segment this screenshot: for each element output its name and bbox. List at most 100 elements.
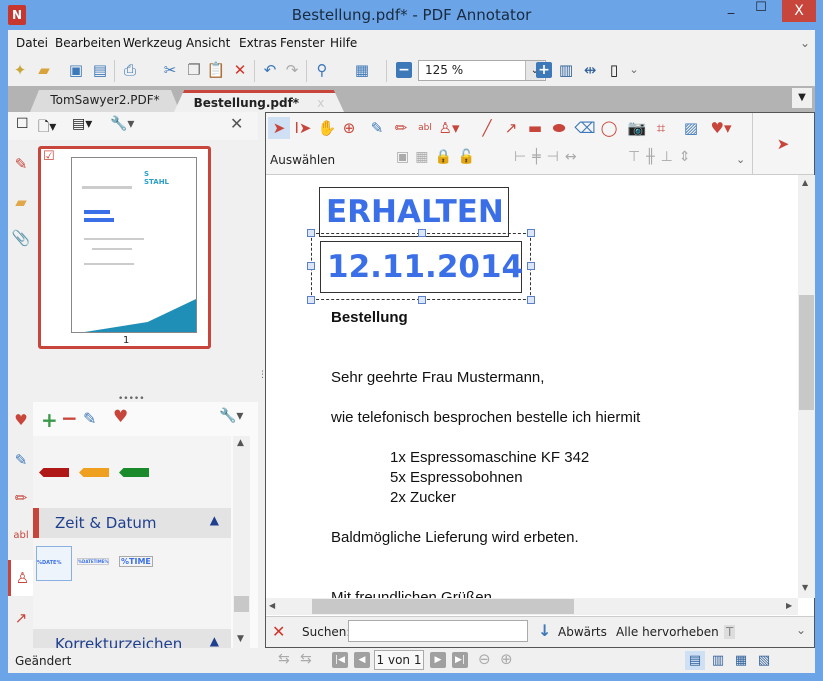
menu-ansicht[interactable]: Ansicht: [186, 36, 230, 50]
two-page-view-icon[interactable]: ▦: [731, 651, 751, 670]
fit-width-icon[interactable]: ⇹: [580, 60, 600, 80]
maximize-button[interactable]: ☐: [748, 0, 774, 22]
tab-tomsawyer[interactable]: TomSawyer2.PDF*: [30, 90, 180, 112]
collapse-icon[interactable]: ▲: [210, 634, 219, 648]
text-tab-icon[interactable]: abl: [8, 518, 34, 554]
stamp-preview-time[interactable]: %TIME: [119, 556, 153, 567]
ellipse-icon[interactable]: ⬬: [548, 117, 570, 139]
group-lock-icons[interactable]: ▣▦🔒🔓: [396, 149, 481, 165]
last-page-button[interactable]: ▶|: [452, 652, 468, 668]
single-page-view-icon[interactable]: ▤: [685, 651, 705, 670]
camera-icon[interactable]: 📷: [626, 117, 648, 139]
save-icon[interactable]: ▣: [66, 60, 86, 80]
collapse-icon[interactable]: ▲: [210, 513, 219, 527]
stamp-preview-date[interactable]: %DATE%: [36, 546, 72, 581]
page-thumbnail[interactable]: ☑ S STAHL 1: [38, 146, 211, 349]
crop-icon[interactable]: ⌗: [650, 117, 672, 139]
continuous-view-icon[interactable]: ▥: [708, 651, 728, 670]
menu-werkzeug[interactable]: Werkzeug: [123, 36, 182, 50]
tab-list-button[interactable]: ▼: [792, 88, 812, 108]
pen-tab-icon[interactable]: ✎: [8, 146, 34, 182]
layout-icon[interactable]: ▤▾: [72, 116, 92, 132]
text-select-icon[interactable]: I➤: [292, 117, 314, 139]
close-button[interactable]: X: [782, 0, 816, 22]
single-page-icon[interactable]: ☐: [16, 116, 29, 132]
find-binoculars-icon[interactable]: ⚲: [312, 60, 332, 80]
cut-icon[interactable]: ✂: [160, 60, 180, 80]
menu-hilfe[interactable]: Hilfe: [330, 36, 357, 50]
favorites-tab-icon[interactable]: ♥: [8, 402, 34, 438]
page-indicator[interactable]: 1 von 1: [374, 650, 424, 670]
align-icons[interactable]: ⊢╪⊣↔: [514, 149, 583, 165]
stamp-preview-red[interactable]: [39, 468, 69, 477]
chevron-down-icon[interactable]: ⌄: [736, 153, 745, 166]
hand-icon[interactable]: ✋: [316, 117, 338, 139]
scrollbar-thumb[interactable]: [799, 295, 814, 410]
save-as-icon[interactable]: ▤: [90, 60, 110, 80]
attachment-tab-icon[interactable]: 📎: [8, 220, 34, 256]
close-panel-icon[interactable]: ✕: [230, 114, 243, 133]
zoom-in-button[interactable]: +: [536, 62, 552, 78]
arrow-tab-icon[interactable]: ↗: [8, 600, 34, 636]
next-page-button[interactable]: ▶: [430, 652, 446, 668]
zoom-out-button[interactable]: −: [396, 62, 412, 78]
chevron-down-icon[interactable]: ⌄: [800, 36, 810, 50]
zoom-tool-icon[interactable]: ⊕: [338, 117, 360, 139]
line-icon[interactable]: ╱: [476, 117, 498, 139]
grid-icon[interactable]: ▦: [352, 60, 372, 80]
section-zeit-datum[interactable]: Zeit & Datum ▲: [33, 508, 231, 538]
stamp-icon[interactable]: ♙▾: [438, 117, 460, 139]
edit-pen-icon[interactable]: ✎: [83, 409, 96, 428]
tab-close-icon[interactable]: x: [317, 96, 324, 110]
undo-icon[interactable]: ↶: [260, 60, 280, 80]
distribute-icons[interactable]: ⊤╫⊥⇕: [628, 149, 697, 165]
arrow-icon[interactable]: ↗: [500, 117, 522, 139]
minimize-button[interactable]: _: [718, 0, 744, 22]
insert-image-icon[interactable]: ▨: [680, 117, 702, 139]
first-page-button[interactable]: |◀: [332, 652, 348, 668]
favorite-heart-icon[interactable]: ♥: [113, 407, 128, 427]
checkbox-checked-icon[interactable]: ☑: [43, 149, 55, 164]
menu-fenster[interactable]: Fenster: [280, 36, 325, 50]
highlight-all-button[interactable]: Alle hervorheben: [616, 625, 719, 639]
lasso-icon[interactable]: ◯: [598, 117, 620, 139]
scrollbar-thumb[interactable]: [312, 599, 574, 614]
pen-icon[interactable]: ✎: [366, 117, 388, 139]
redo-icon[interactable]: ↷: [282, 60, 302, 80]
stamp-erhalten[interactable]: ERHALTEN: [319, 187, 509, 237]
stamp-preview-green[interactable]: [119, 468, 149, 477]
fit-page-icon[interactable]: ▥: [556, 60, 576, 80]
two-page-continuous-view-icon[interactable]: ▧: [754, 651, 774, 670]
stamp-date[interactable]: 12.11.2014: [320, 241, 523, 293]
copy-icon[interactable]: ❐: [184, 60, 204, 80]
search-direction-button[interactable]: Abwärts: [558, 625, 607, 639]
select-arrow-icon[interactable]: ➤: [268, 117, 290, 139]
stamp-list-scrollbar[interactable]: ▲ ▼: [233, 436, 250, 648]
eraser-icon[interactable]: ⌫: [574, 117, 596, 139]
chevron-down-icon[interactable]: ⌄: [624, 60, 644, 80]
document-view[interactable]: ERHALTEN 12.11.2014 Bestellung Sehr geeh…: [266, 175, 798, 598]
vertical-splitter[interactable]: ⋮: [258, 370, 267, 380]
search-input[interactable]: [348, 620, 528, 642]
zoom-select[interactable]: 125 % ⌄: [418, 60, 546, 81]
document-horizontal-scrollbar[interactable]: ◀ ▶: [266, 598, 798, 615]
chevron-down-icon[interactable]: ⌄: [796, 623, 806, 637]
next-document-icon[interactable]: ⇆: [300, 651, 312, 667]
stamp-preview-orange[interactable]: [79, 468, 109, 477]
arrow-down-icon[interactable]: ↓: [538, 621, 551, 640]
rectangle-icon[interactable]: ▬: [524, 117, 546, 139]
pen-tab-icon[interactable]: ✎: [8, 442, 34, 478]
back-icon[interactable]: ⊖: [478, 650, 491, 668]
remove-icon[interactable]: −: [61, 406, 78, 430]
stamp-preview-datetime[interactable]: %DATETIME%: [77, 558, 109, 565]
page-options-icon[interactable]: 🗋▾: [38, 116, 56, 140]
print-icon[interactable]: ⎙: [120, 60, 140, 80]
menu-datei[interactable]: Datei: [16, 36, 48, 50]
delete-icon[interactable]: ✕: [230, 60, 250, 80]
menu-extras[interactable]: Extras: [239, 36, 277, 50]
highlighter-icon[interactable]: ✏: [390, 117, 412, 139]
text-box-icon[interactable]: abl: [414, 117, 436, 139]
menu-bearbeiten[interactable]: Bearbeiten: [55, 36, 121, 50]
wrench-icon[interactable]: 🔧▾: [110, 116, 134, 132]
close-search-icon[interactable]: ✕: [272, 622, 285, 641]
